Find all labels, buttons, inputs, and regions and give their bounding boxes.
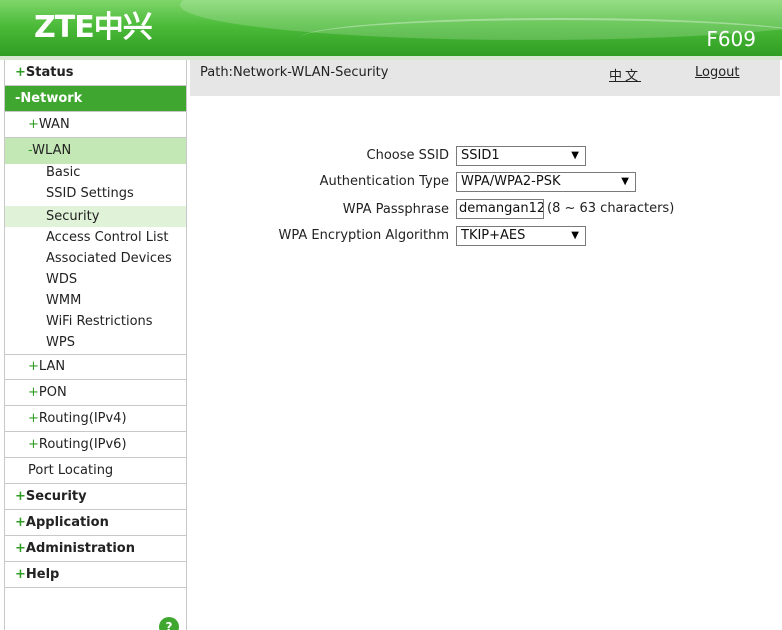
sidebar-item-wds[interactable]: WDS [5,269,186,290]
sidebar-item-help[interactable]: +Help [5,562,186,588]
header-banner: ZTE中兴 F609 [0,0,782,56]
sidebar-item-label: WMM [46,293,82,308]
expand-icon: + [28,411,39,426]
wpa-passphrase-input[interactable]: demangan123 [456,199,544,219]
dropdown-arrow-icon: ▼ [571,150,579,161]
select-value: TKIP+AES [461,228,526,243]
select-value: WPA/WPA2-PSK [461,174,561,189]
sidebar-item-label: WPS [46,335,75,350]
expand-icon: + [15,65,26,80]
sidebar-item-routing-ipv4[interactable]: +Routing(IPv4) [5,406,186,432]
sidebar-item-label: WiFi Restrictions [46,314,153,329]
sidebar-menu: +Status -Network +WAN -WLAN Basic SSID S… [4,60,187,630]
sidebar-item-wps[interactable]: WPS [5,332,186,355]
sidebar-item-label: WDS [46,272,78,287]
sidebar-item-label: WLAN [32,143,72,158]
model-name: F609 [706,27,756,51]
choose-ssid-label: Choose SSID [366,148,449,163]
expand-icon: + [28,117,39,132]
sidebar-item-application[interactable]: +Application [5,510,186,536]
sidebar-item-label: Security [46,209,100,224]
sidebar-item-security-wlan[interactable]: Security [5,206,186,227]
expand-icon: + [15,567,26,582]
sidebar-item-label: Access Control List [46,230,169,245]
sidebar-item-label: Administration [25,541,135,556]
path-bar: Path:Network-WLAN-Security 中文 Logout [190,60,780,96]
expand-icon: + [15,515,26,530]
sidebar-item-label: Network [20,91,83,106]
wpa-encryption-algorithm-select[interactable]: TKIP+AES ▼ [456,226,586,246]
dropdown-arrow-icon: ▼ [571,230,579,241]
authentication-type-label: Authentication Type [319,174,449,189]
sidebar-item-label: Help [25,567,60,582]
sidebar-item-label: Application [25,515,109,530]
sidebar-item-label: Routing(IPv6) [38,437,127,452]
help-icon[interactable]: ? [159,617,179,630]
sidebar-item-label: PON [38,385,67,400]
sidebar-item-basic[interactable]: Basic [5,162,186,183]
sidebar-item-port-locating[interactable]: Port Locating [5,458,186,484]
sidebar-item-routing-ipv6[interactable]: +Routing(IPv6) [5,432,186,458]
sidebar-item-label: LAN [38,359,66,374]
wpa-passphrase-label: WPA Passphrase [342,202,449,217]
passphrase-hint: (8 ~ 63 characters) [547,201,675,216]
sidebar-item-access-control-list[interactable]: Access Control List [5,227,186,248]
authentication-type-select[interactable]: WPA/WPA2-PSK ▼ [456,172,636,192]
expand-icon: + [15,489,26,504]
sidebar-item-label: Port Locating [28,463,114,478]
sidebar-item-status[interactable]: +Status [5,60,186,86]
sidebar-item-label: Security [25,489,87,504]
dropdown-arrow-icon: ▼ [621,176,629,187]
logout-link[interactable]: Logout [695,65,740,80]
sidebar-item-label: WAN [38,117,70,132]
sidebar-item-wlan[interactable]: -WLAN [5,138,186,164]
sidebar-item-label: SSID Settings [46,186,134,201]
sidebar-item-label: Status [25,65,74,80]
sidebar-item-label: Basic [46,165,81,180]
sidebar-item-wmm[interactable]: WMM [5,290,186,311]
expand-icon: + [28,437,39,452]
zte-logo: ZTE中兴 [34,10,153,45]
sidebar-item-label: Routing(IPv4) [38,411,127,426]
sidebar-item-pon[interactable]: +PON [5,380,186,406]
breadcrumb: Path:Network-WLAN-Security [200,65,389,80]
select-value: SSID1 [461,148,500,163]
sidebar-item-security[interactable]: +Security [5,484,186,510]
sidebar-item-wan[interactable]: +WAN [5,112,186,138]
sidebar-item-ssid-settings[interactable]: SSID Settings [5,183,186,204]
expand-icon: + [28,385,39,400]
sidebar-item-label: Associated Devices [46,251,172,266]
sidebar-item-lan[interactable]: +LAN [5,354,186,380]
wpa-encryption-algorithm-label: WPA Encryption Algorithm [278,228,449,243]
language-link[interactable]: 中文 [609,65,641,84]
expand-icon: + [28,359,39,374]
expand-icon: + [15,541,26,556]
sidebar-item-network[interactable]: -Network [5,86,186,112]
sidebar-item-associated-devices[interactable]: Associated Devices [5,248,186,269]
sidebar-item-administration[interactable]: +Administration [5,536,186,562]
choose-ssid-select[interactable]: SSID1 ▼ [456,146,586,166]
sidebar-item-wifi-restrictions[interactable]: WiFi Restrictions [5,311,186,332]
